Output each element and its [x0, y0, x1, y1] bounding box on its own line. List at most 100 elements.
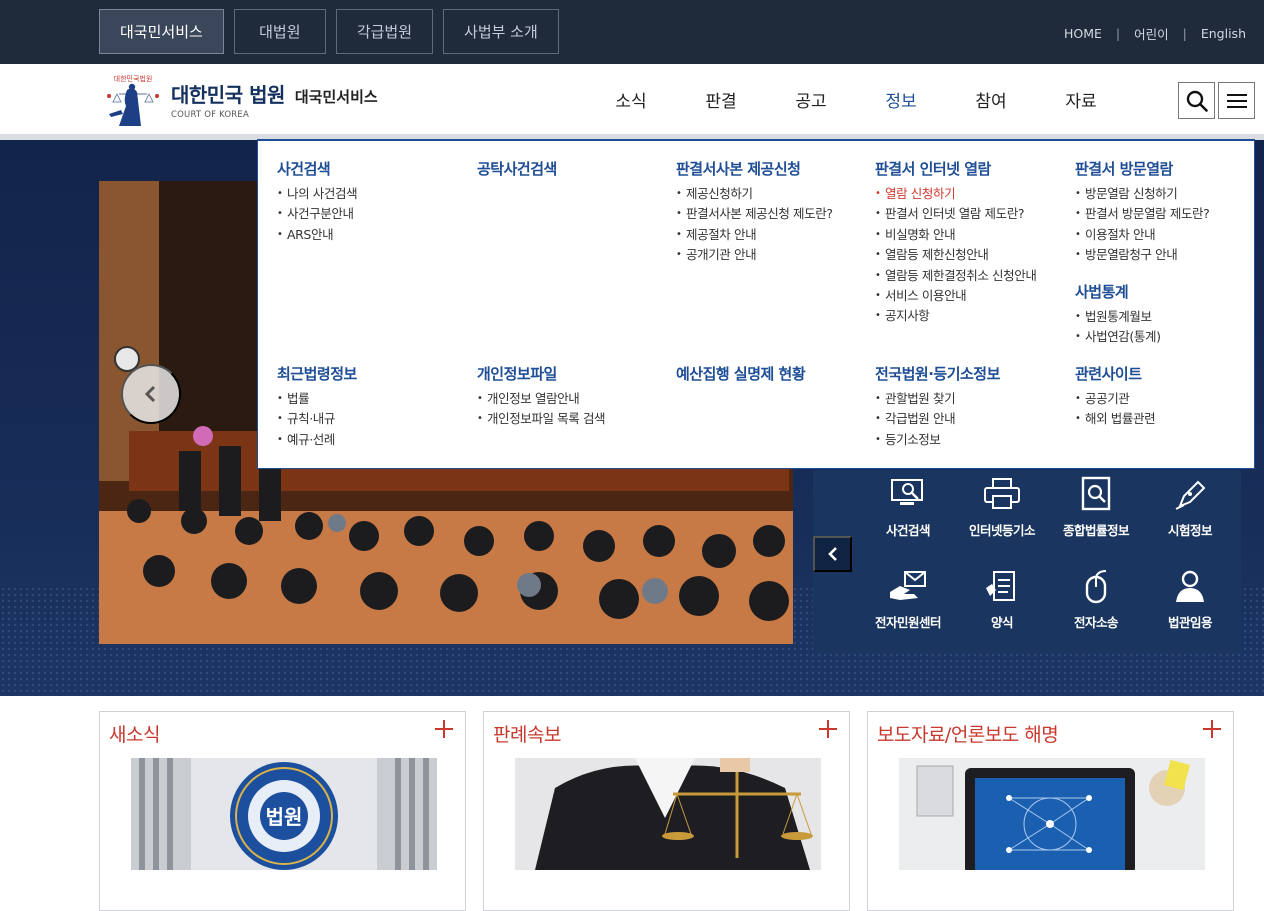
- tab-public-service[interactable]: 대국민서비스: [99, 9, 224, 54]
- more-plus-icon[interactable]: [1201, 718, 1223, 740]
- quick-exam-info[interactable]: 시험정보: [1143, 470, 1237, 562]
- menu-section-budget: 예산집행 실명제 현황: [676, 363, 806, 389]
- menu-link[interactable]: 제공절차 안내: [676, 225, 833, 246]
- nav-participation[interactable]: 참여: [946, 64, 1036, 134]
- board-title[interactable]: 보도자료/언론보도 해명: [877, 720, 1059, 747]
- quick-label: 양식: [990, 615, 1014, 630]
- menu-section-title[interactable]: 관련사이트: [1075, 363, 1155, 384]
- menu-section-title[interactable]: 전국법원·등기소정보: [875, 363, 1000, 384]
- logo-title: 대한민국 법원: [171, 82, 285, 107]
- menu-section-judicial-stats: 사법통계 법원통계월보 사법연감(통계): [1075, 281, 1161, 348]
- board-thumbnail[interactable]: 법원: [131, 758, 437, 870]
- quick-forms[interactable]: 양식: [955, 562, 1049, 654]
- menu-section-title[interactable]: 판결서 방문열람: [1075, 158, 1209, 179]
- quick-e-litigation[interactable]: 전자소송: [1049, 562, 1143, 654]
- menu-link[interactable]: 열람등 제한결정취소 신청안내: [875, 266, 1037, 287]
- menu-section-title[interactable]: 사법통계: [1075, 281, 1161, 302]
- nav-resources[interactable]: 자료: [1036, 64, 1126, 134]
- board-thumbnail[interactable]: [899, 758, 1205, 870]
- menu-link[interactable]: 개인정보파일 목록 검색: [477, 409, 606, 430]
- menu-link[interactable]: 판결서 인터넷 열람 제도란?: [875, 204, 1036, 225]
- slide-prev-button[interactable]: [121, 364, 181, 424]
- menu-link[interactable]: 공공기관: [1075, 389, 1155, 410]
- nav-news[interactable]: 소식: [586, 64, 676, 134]
- board-thumbnail[interactable]: [515, 758, 821, 870]
- nav-information[interactable]: 정보: [856, 64, 946, 138]
- quick-judge-appointment[interactable]: 법관임용: [1143, 562, 1237, 654]
- board-news: 새소식 법원: [99, 711, 466, 911]
- menu-link[interactable]: 판결서 방문열람 제도란?: [1075, 204, 1210, 225]
- english-link[interactable]: English: [1201, 26, 1246, 41]
- menu-section-title[interactable]: 판결서사본 제공신청: [676, 158, 833, 179]
- mega-menu-information: 사건검색 나의 사건검색 사건구분안내 ARS안내 공탁사건검색 판결서사본 제…: [257, 139, 1255, 469]
- nav-notices[interactable]: 공고: [766, 64, 856, 134]
- menu-link[interactable]: 방문열람청구 안내: [1075, 245, 1209, 266]
- menu-link[interactable]: 이용절차 안내: [1075, 225, 1209, 246]
- board-title[interactable]: 새소식: [109, 720, 160, 747]
- hamburger-menu-icon: [1226, 93, 1247, 108]
- logo-english: COURT OF KOREA: [171, 109, 250, 120]
- menu-link[interactable]: 예규·선례: [277, 430, 357, 451]
- tab-supreme-court[interactable]: 대법원: [233, 9, 326, 54]
- main-nav: 소식 판결 공고 정보 참여 자료: [586, 64, 1126, 138]
- menu-link[interactable]: 사건구분안내: [277, 204, 357, 225]
- menu-link[interactable]: 각급법원 안내: [875, 409, 1000, 430]
- menu-link[interactable]: 공개기관 안내: [676, 245, 833, 266]
- menu-link[interactable]: 나의 사건검색: [277, 184, 358, 205]
- search-icon: [1186, 90, 1208, 112]
- search-button[interactable]: [1178, 82, 1215, 119]
- top-utility-bar: 대국민서비스 대법원 각급법원 사법부 소개 HOME | 어린이 | Engl…: [0, 0, 1264, 64]
- menu-link-active[interactable]: 열람 신청하기: [875, 184, 1036, 205]
- menu-link[interactable]: 해외 법률관련: [1075, 409, 1156, 430]
- menu-link[interactable]: 제공신청하기: [676, 184, 833, 205]
- quick-label: 법관임용: [1167, 615, 1213, 630]
- quick-prev-button[interactable]: [813, 536, 852, 572]
- menu-link[interactable]: 비실명화 안내: [875, 225, 1036, 246]
- tab-courts[interactable]: 각급법원: [335, 9, 434, 54]
- quick-label: 시험정보: [1167, 523, 1213, 538]
- menu-link[interactable]: 서비스 이용안내: [875, 286, 1036, 307]
- nav-judgments[interactable]: 판결: [676, 64, 766, 134]
- menu-section-title[interactable]: 예산집행 실명제 현황: [676, 363, 806, 384]
- pen-icon: [1175, 480, 1206, 510]
- menu-link[interactable]: 열람등 제한신청안내: [875, 245, 1036, 266]
- menu-link[interactable]: 공지사항: [875, 306, 1036, 327]
- menu-link[interactable]: 개인정보 열람안내: [477, 389, 605, 410]
- home-link[interactable]: HOME: [1064, 26, 1102, 41]
- quick-legal-info[interactable]: 종합법률정보: [1049, 470, 1143, 562]
- more-plus-icon[interactable]: [817, 718, 839, 740]
- menu-link[interactable]: ARS안내: [277, 225, 357, 246]
- menu-link[interactable]: 법원통계월보: [1075, 307, 1161, 328]
- menu-link[interactable]: 관할법원 찾기: [875, 389, 1000, 410]
- menu-section-judgment-online: 판결서 인터넷 열람 열람 신청하기 판결서 인터넷 열람 제도란? 비실명화 …: [875, 158, 1037, 327]
- site-logo[interactable]: 대한민국법원 대한민국 법원 대국민서비스 COURT OF KOREA: [101, 70, 378, 128]
- chevron-left-icon: [144, 385, 156, 403]
- menu-link[interactable]: 규칙·내규: [277, 409, 357, 430]
- more-plus-icon[interactable]: [433, 718, 455, 740]
- menu-section-title[interactable]: 판결서 인터넷 열람: [875, 158, 1036, 179]
- all-menu-button[interactable]: [1218, 82, 1255, 119]
- menu-link[interactable]: 등기소정보: [875, 430, 1000, 451]
- menu-section-title[interactable]: 최근법령정보: [277, 363, 357, 384]
- menu-section-case-search: 사건검색 나의 사건검색 사건구분안내 ARS안내: [277, 158, 358, 246]
- quick-case-search[interactable]: 사건검색: [861, 470, 955, 562]
- menu-section-title[interactable]: 개인정보파일: [477, 363, 605, 384]
- quick-label: 전자소송: [1073, 615, 1119, 630]
- hand-envelope-icon: [890, 571, 926, 600]
- quick-label: 종합법률정보: [1062, 523, 1130, 538]
- board-title[interactable]: 판례속보: [493, 720, 561, 747]
- menu-link[interactable]: 방문열람 신청하기: [1075, 184, 1209, 205]
- board-press-releases: 보도자료/언론보도 해명: [867, 711, 1234, 911]
- tab-judiciary-intro[interactable]: 사법부 소개: [443, 9, 559, 54]
- quick-e-civil-center[interactable]: 전자민원센터: [861, 562, 955, 654]
- menu-section-personal-info: 개인정보파일 개인정보 열람안내 개인정보파일 목록 검색: [477, 363, 606, 430]
- menu-link[interactable]: 판결서사본 제공신청 제도란?: [676, 204, 833, 225]
- quick-menu: 사건검색 인터넷등기소 종합법률정보 시험정보 전자민원센터 양식 전자소송 법…: [813, 470, 1241, 654]
- quick-internet-registry[interactable]: 인터넷등기소: [955, 470, 1049, 562]
- menu-section-title[interactable]: 공탁사건검색: [477, 158, 557, 179]
- menu-link[interactable]: 사법연감(통계): [1075, 327, 1161, 348]
- person-icon: [1176, 570, 1204, 602]
- kids-link[interactable]: 어린이: [1134, 24, 1169, 43]
- menu-link[interactable]: 법률: [277, 389, 357, 410]
- menu-section-title[interactable]: 사건검색: [277, 158, 357, 179]
